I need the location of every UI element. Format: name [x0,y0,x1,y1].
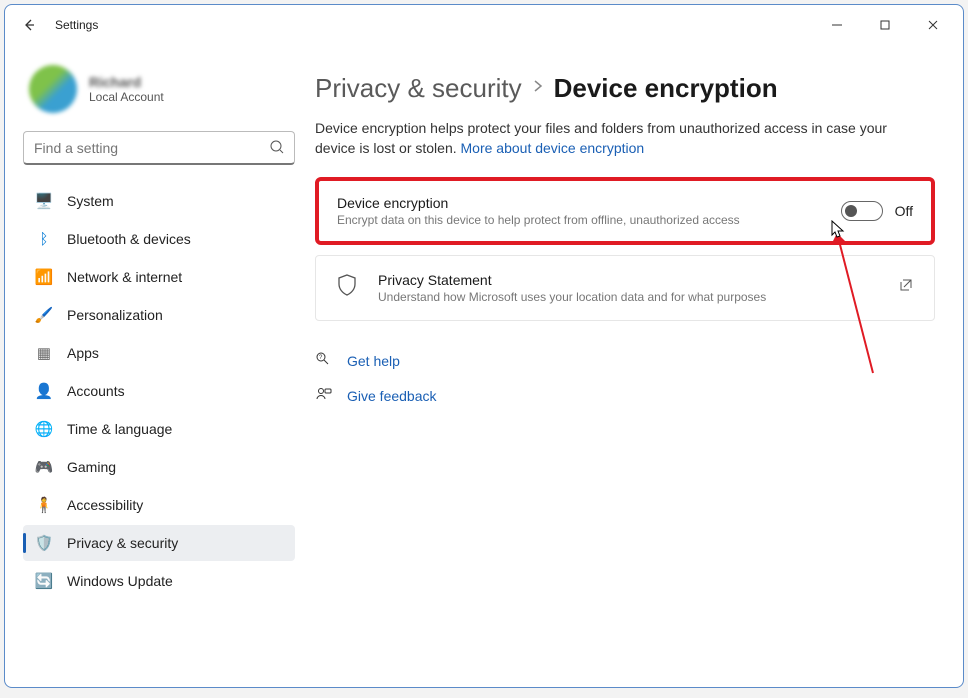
sidebar-item-update[interactable]: 🔄 Windows Update [23,563,295,599]
learn-more-link[interactable]: More about device encryption [461,140,645,156]
shield-outline-icon [336,273,360,302]
accessibility-icon: 🧍 [35,496,53,514]
sidebar-item-time[interactable]: 🌐 Time & language [23,411,295,447]
refresh-icon: 🔄 [35,572,53,590]
breadcrumb: Privacy & security Device encryption [315,73,935,104]
sidebar-item-accounts[interactable]: 👤 Accounts [23,373,295,409]
sidebar-item-label: Accounts [67,383,125,399]
titlebar: Settings [5,5,963,45]
breadcrumb-root[interactable]: Privacy & security [315,73,522,104]
sidebar-item-label: Bluetooth & devices [67,231,191,247]
nav-list: 🖥️ System ᛒ Bluetooth & devices 📶 Network &… [23,183,295,599]
encryption-toggle[interactable] [841,201,883,221]
maximize-icon [879,19,891,31]
wifi-icon: 📶 [35,268,53,286]
bluetooth-icon: ᛒ [35,230,53,248]
sidebar-item-label: Time & language [67,421,172,437]
device-encryption-card: Device encryption Encrypt data on this d… [315,177,935,245]
settings-window: Settings Richard Local Account 🖥️ System [4,4,964,688]
toggle-knob [845,205,857,217]
maximize-button[interactable] [863,10,907,40]
brush-icon: 🖌️ [35,306,53,324]
encryption-toggle-wrap: Off [841,201,913,221]
privacy-statement-card[interactable]: Privacy Statement Understand how Microso… [315,255,935,321]
sidebar-item-apps[interactable]: ▦ Apps [23,335,295,371]
back-button[interactable] [13,9,45,41]
sidebar-item-system[interactable]: 🖥️ System [23,183,295,219]
card-subtitle: Encrypt data on this device to help prot… [337,213,823,227]
main-content: Privacy & security Device encryption Dev… [305,45,963,687]
window-controls [815,10,955,40]
person-icon: 👤 [35,382,53,400]
page-title: Device encryption [554,73,778,104]
sidebar-item-label: Accessibility [67,497,143,513]
profile-name: Richard [89,74,164,90]
help-icon: ? [315,351,333,372]
svg-text:?: ? [319,355,323,361]
toggle-state-label: Off [895,203,913,219]
avatar [29,65,77,113]
link-label: Get help [347,353,400,369]
sidebar-item-label: Network & internet [67,269,182,285]
minimize-button[interactable] [815,10,859,40]
display-icon: 🖥️ [35,192,53,210]
sidebar-item-bluetooth[interactable]: ᛒ Bluetooth & devices [23,221,295,257]
footer-links: ? Get help Give feedback [315,351,935,407]
close-icon [927,19,939,31]
sidebar-item-label: Privacy & security [67,535,178,551]
profile-type: Local Account [89,90,164,104]
sidebar-item-label: Apps [67,345,99,361]
card-subtitle: Understand how Microsoft uses your locat… [378,290,880,304]
gamepad-icon: 🎮 [35,458,53,476]
window-title: Settings [55,18,98,32]
arrow-left-icon [21,17,37,33]
minimize-icon [831,19,843,31]
sidebar-item-network[interactable]: 📶 Network & internet [23,259,295,295]
sidebar-item-accessibility[interactable]: 🧍 Accessibility [23,487,295,523]
close-button[interactable] [911,10,955,40]
profile-block[interactable]: Richard Local Account [29,65,295,113]
feedback-icon [315,386,333,407]
shield-icon: 🛡️ [35,534,53,552]
card-title: Device encryption [337,195,823,211]
sidebar-item-gaming[interactable]: 🎮 Gaming [23,449,295,485]
external-link-icon [898,277,914,298]
sidebar-item-label: Gaming [67,459,116,475]
chevron-right-icon [532,78,544,99]
sidebar-item-label: Windows Update [67,573,173,589]
globe-icon: 🌐 [35,420,53,438]
grid-icon: ▦ [35,344,53,362]
search-icon [269,139,285,160]
sidebar: Richard Local Account 🖥️ System ᛒ Bluetoot… [5,45,305,687]
sidebar-item-personalization[interactable]: 🖌️ Personalization [23,297,295,333]
sidebar-item-label: System [67,193,114,209]
search-wrap [23,131,295,165]
sidebar-item-privacy[interactable]: 🛡️ Privacy & security [23,525,295,561]
search-input[interactable] [23,131,295,165]
page-description: Device encryption helps protect your fil… [315,118,905,159]
give-feedback-link[interactable]: Give feedback [315,386,935,407]
link-label: Give feedback [347,388,437,404]
sidebar-item-label: Personalization [67,307,163,323]
get-help-link[interactable]: ? Get help [315,351,935,372]
card-title: Privacy Statement [378,272,880,288]
